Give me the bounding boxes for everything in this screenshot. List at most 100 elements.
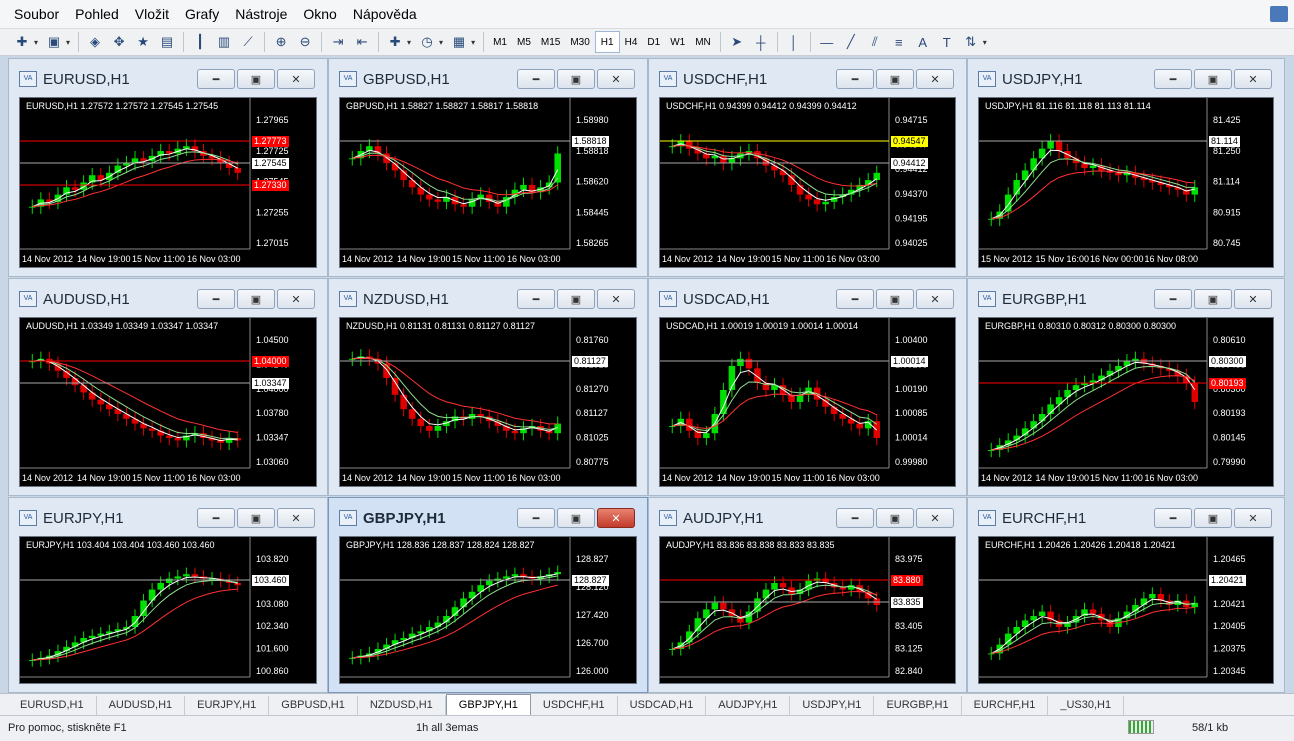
- indicators-icon[interactable]: ✚: [383, 31, 407, 53]
- chart-tab[interactable]: USDJPY,H1: [790, 696, 875, 715]
- minimize-button[interactable]: ━: [197, 289, 235, 309]
- chart-tab[interactable]: EURUSD,H1: [8, 696, 97, 715]
- menu-3[interactable]: Grafy: [177, 0, 227, 28]
- timeframe-w1[interactable]: W1: [665, 31, 690, 53]
- chart-canvas[interactable]: 1.204651.204351.204211.204051.203751.203…: [979, 537, 1274, 684]
- new-chart-dropdown-icon[interactable]: ▾: [34, 38, 38, 47]
- terminal-icon[interactable]: ▤: [155, 31, 179, 53]
- window-titlebar[interactable]: VA EURUSD,H1 ━ ▣ ✕: [9, 59, 327, 95]
- chart-window-nzdusd[interactable]: VA NZDUSD,H1 ━ ▣ ✕ 0.817600.815150.81270…: [328, 278, 648, 496]
- menu-4[interactable]: Nástroje: [227, 0, 295, 28]
- horizontal-line-icon[interactable]: —: [815, 31, 839, 53]
- text-tool-icon[interactable]: A: [911, 31, 935, 53]
- price-chart[interactable]: 1.58980 1.58818 1.58620 1.58445 1.58265 14 No…: [339, 97, 637, 268]
- periods-icon[interactable]: ◷: [415, 31, 439, 53]
- profiles-icon[interactable]: ▣: [42, 31, 66, 53]
- trendline-icon[interactable]: ╱: [839, 31, 863, 53]
- chart-window-eurjpy[interactable]: VA EURJPY,H1 ━ ▣ ✕ 103.820 103.460 103.080…: [8, 497, 328, 693]
- price-chart[interactable]: 81.425 81.250 81.114 80.915 80.745 15 Nov 201…: [978, 97, 1274, 268]
- window-titlebar[interactable]: VA AUDUSD,H1 ━ ▣ ✕: [9, 279, 327, 315]
- chart-tab[interactable]: _US30,H1: [1048, 696, 1125, 715]
- chart-shift-icon[interactable]: ⇤: [350, 31, 374, 53]
- menu-6[interactable]: Nápověda: [345, 0, 425, 28]
- menu-0[interactable]: Soubor: [6, 0, 67, 28]
- maximize-button[interactable]: ▣: [1194, 289, 1232, 309]
- chart-tab[interactable]: NZDUSD,H1: [358, 696, 446, 715]
- chart-tab[interactable]: EURCHF,H1: [962, 696, 1049, 715]
- window-titlebar[interactable]: VA EURGBP,H1 ━ ▣ ✕: [968, 279, 1284, 315]
- timeframe-m1[interactable]: M1: [488, 31, 512, 53]
- close-button[interactable]: ✕: [1234, 289, 1272, 309]
- profiles-dropdown-icon[interactable]: ▾: [66, 38, 70, 47]
- menu-2[interactable]: Vložit: [127, 0, 177, 28]
- close-button[interactable]: ✕: [916, 289, 954, 309]
- price-chart[interactable]: 1.204651.204351.204211.204051.203751.203…: [978, 536, 1274, 684]
- minimize-button[interactable]: ━: [197, 69, 235, 89]
- close-button[interactable]: ✕: [277, 69, 315, 89]
- chart-window-gbpjpy[interactable]: VA GBPJPY,H1 ━ ▣ ✕ 128.827 128.120 127.420…: [328, 497, 648, 693]
- chart-window-gbpusd[interactable]: VA GBPUSD,H1 ━ ▣ ✕ 1.58980 1.58818 1.58620…: [328, 58, 648, 277]
- menu-1[interactable]: Pohled: [67, 0, 127, 28]
- minimize-button[interactable]: ━: [1154, 289, 1192, 309]
- favorites-icon[interactable]: ★: [131, 31, 155, 53]
- window-titlebar[interactable]: VA USDCAD,H1 ━ ▣ ✕: [649, 279, 966, 315]
- crosshair-icon[interactable]: ┼: [749, 31, 773, 53]
- price-chart[interactable]: 1.045001.041401.040001.037801.033471.030…: [19, 317, 317, 487]
- chart-canvas[interactable]: 103.820 103.460 103.080 102.340 101.600 100.8…: [20, 537, 317, 684]
- window-titlebar[interactable]: VA USDCHF,H1 ━ ▣ ✕: [649, 59, 966, 95]
- equidistant-channel-icon[interactable]: ⫽: [863, 31, 887, 53]
- maximize-button[interactable]: ▣: [237, 69, 275, 89]
- minimize-button[interactable]: ━: [197, 508, 235, 528]
- maximize-button[interactable]: ▣: [1194, 69, 1232, 89]
- maximize-button[interactable]: ▣: [557, 289, 595, 309]
- window-titlebar[interactable]: VA EURCHF,H1 ━ ▣ ✕: [968, 498, 1284, 534]
- minimize-button[interactable]: ━: [1154, 69, 1192, 89]
- maximize-button[interactable]: ▣: [1194, 508, 1232, 528]
- close-button[interactable]: ✕: [597, 508, 635, 528]
- chart-canvas[interactable]: 0.817600.815150.812700.811270.810250.807…: [340, 318, 637, 487]
- window-titlebar[interactable]: VA NZDUSD,H1 ━ ▣ ✕: [329, 279, 647, 315]
- chart-canvas[interactable]: 81.42581.25081.11480.91580.74515 Nov 201…: [979, 98, 1274, 268]
- minimize-button[interactable]: ━: [836, 508, 874, 528]
- timeframe-m5[interactable]: M5: [512, 31, 536, 53]
- text-label-icon[interactable]: T: [935, 31, 959, 53]
- chart-tab[interactable]: USDCAD,H1: [618, 696, 707, 715]
- window-titlebar[interactable]: VA EURJPY,H1 ━ ▣ ✕: [9, 498, 327, 534]
- chart-window-audjpy[interactable]: VA AUDJPY,H1 ━ ▣ ✕ 83.97583.83583.69083.…: [648, 497, 967, 693]
- line-chart-icon[interactable]: ⟋: [236, 31, 260, 53]
- timeframe-mn[interactable]: MN: [690, 31, 716, 53]
- chart-window-eurchf[interactable]: VA EURCHF,H1 ━ ▣ ✕ 1.204651.204351.20421…: [967, 497, 1285, 693]
- close-button[interactable]: ✕: [1234, 69, 1272, 89]
- close-button[interactable]: ✕: [916, 508, 954, 528]
- price-chart[interactable]: 103.820 103.460 103.080 102.340 101.600 100.8…: [19, 536, 317, 684]
- minimize-button[interactable]: ━: [1154, 508, 1192, 528]
- auto-scroll-icon[interactable]: ⇥: [326, 31, 350, 53]
- chart-tab[interactable]: GBPUSD,H1: [269, 696, 358, 715]
- chart-tab[interactable]: EURGBP,H1: [874, 696, 962, 715]
- chart-window-eurgbp[interactable]: VA EURGBP,H1 ━ ▣ ✕ 0.806100.804550.80300…: [967, 278, 1285, 496]
- arrows-icon[interactable]: ⇅: [959, 31, 983, 53]
- price-chart[interactable]: 0.94715 0.94547 0.94412 0.94370 0.94195 0.940…: [659, 97, 956, 268]
- window-titlebar[interactable]: VA GBPUSD,H1 ━ ▣ ✕: [329, 59, 647, 95]
- new-chart-icon[interactable]: ✚: [10, 31, 34, 53]
- arrows-dropdown-icon[interactable]: ▾: [983, 38, 987, 47]
- window-titlebar[interactable]: VA GBPJPY,H1 ━ ▣ ✕: [329, 498, 647, 534]
- chart-window-eurusd[interactable]: VA EURUSD,H1 ━ ▣ ✕ 1.27965 1.27725 1.27545…: [8, 58, 328, 277]
- window-titlebar[interactable]: VA AUDJPY,H1 ━ ▣ ✕: [649, 498, 966, 534]
- window-titlebar[interactable]: VA USDJPY,H1 ━ ▣ ✕: [968, 59, 1284, 95]
- templates-dropdown-icon[interactable]: ▾: [471, 38, 475, 47]
- timeframe-m15[interactable]: M15: [536, 31, 565, 53]
- maximize-button[interactable]: ▣: [237, 508, 275, 528]
- minimize-button[interactable]: ━: [836, 289, 874, 309]
- close-button[interactable]: ✕: [277, 508, 315, 528]
- chart-canvas[interactable]: 1.045001.041401.040001.037801.033471.030…: [20, 318, 317, 487]
- crosshair-move-icon[interactable]: ✥: [107, 31, 131, 53]
- minimize-button[interactable]: ━: [517, 69, 555, 89]
- minimize-button[interactable]: ━: [517, 508, 555, 528]
- close-button[interactable]: ✕: [1234, 508, 1272, 528]
- bar-chart-icon[interactable]: ┃: [188, 31, 212, 53]
- candles-icon[interactable]: ▥: [212, 31, 236, 53]
- close-button[interactable]: ✕: [597, 69, 635, 89]
- zoom-out-icon[interactable]: ⊖: [293, 31, 317, 53]
- price-chart[interactable]: 1.27965 1.27725 1.27545 1.27255 1.27015 14 No…: [19, 97, 317, 268]
